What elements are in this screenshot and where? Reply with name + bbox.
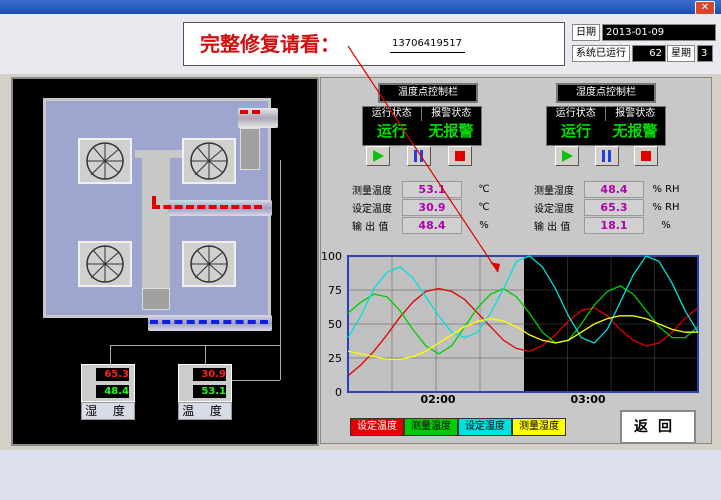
humidity-measured-value: 48.4 [96,385,129,398]
temp-set-value: 30.9 [193,368,226,381]
center-duct [142,150,170,290]
humidifier-valve [142,288,170,310]
fan-bottom-left [78,241,132,287]
hum-row-unit: % RH [652,201,680,213]
legend-set-temp: 设定温度 [350,418,404,436]
pause-icon [602,150,611,162]
banner-title: 完整修复请看： [200,32,340,56]
close-icon[interactable]: ✕ [695,1,715,15]
hum-stop-button[interactable] [634,146,658,166]
chart-legend: 设定温度 测量温度 设定湿度 测量湿度 [350,418,566,436]
legend-meas-temp: 测量温度 [404,418,458,436]
heater-flow [152,205,262,213]
legend-meas-hum: 测量湿度 [512,418,566,436]
hum-row-value: 65.3 [584,198,644,216]
humidifier-flow [150,320,268,328]
humidity-set-value: 65.3 [96,368,129,381]
hum-row-label: 输 出 值 [534,221,571,233]
humidity-gauge-label: 湿 度 [81,402,135,420]
fan-bottom-right [182,241,236,287]
week-label: 星期 [667,45,695,62]
temp-gauge: 30.9 53.1 温 度 [178,364,232,420]
legend-set-hum: 设定湿度 [458,418,512,436]
stop-icon [641,151,651,161]
hum-ctrl-title: 湿度点控制栏 [556,83,656,103]
hum-run-status: 运行 [547,121,605,141]
hum-row-unit: % RH [652,183,680,195]
hum-row-unit: % [661,219,671,231]
hum-pause-button[interactable] [595,146,619,166]
humidity-gauge: 65.3 48.4 湿 度 [81,364,135,420]
hum-run-header: 运行状态 [547,107,606,121]
hum-row-value: 18.1 [584,216,644,234]
hum-row-label: 设定湿度 [534,203,574,215]
y-tick-label: 0 [335,386,342,399]
x-tick-label: 02:00 [420,393,455,406]
play-icon [562,150,573,162]
hum-row-label: 测量湿度 [534,185,574,197]
fan-icon [86,245,124,283]
fan-icon [86,142,124,180]
x-tick-label: 03:00 [570,393,605,406]
fan-top-right [182,138,236,184]
fan-icon [190,142,228,180]
runtime-label: 系统已运行 [572,45,630,62]
annotation-arrow [347,45,500,273]
wire [110,345,111,365]
status-strip [0,450,721,500]
temp-measured-value: 53.1 [193,385,226,398]
heater-flow-riser [152,196,156,208]
hum-play-button[interactable] [555,146,579,166]
heater-valve [240,128,260,170]
hum-readings: 测量湿度 48.4 % RH 设定湿度 65.3 % RH 输 出 值 18.1% [534,180,688,234]
y-tick-label: 75 [328,284,342,297]
wire [228,380,280,381]
hum-alarm-status: 无报警 [605,121,665,141]
y-tick-label: 25 [328,352,342,365]
heater-unit-flow [240,110,260,118]
y-tick-label: 50 [328,318,342,331]
duct-cross [135,150,185,158]
wire [205,345,206,365]
wire [110,345,280,346]
week-value: 3 [697,45,713,62]
date-value: 2013-01-09 00:59:33 [602,24,716,53]
wire [280,160,281,380]
hum-status-box: 运行状态 报警状态 运行 无报警 [546,106,666,146]
return-button[interactable]: 返回 [620,410,696,444]
temp-gauge-label: 温 度 [178,402,232,420]
date-label: 日期 [572,24,600,41]
runtime-value: 62 [632,45,666,62]
hum-alarm-header: 报警状态 [605,107,665,121]
fan-icon [190,245,228,283]
y-tick-label: 100 [322,250,342,263]
fan-top-left [78,138,132,184]
hum-row-value: 48.4 [584,180,644,198]
window-titlebar [0,0,721,14]
